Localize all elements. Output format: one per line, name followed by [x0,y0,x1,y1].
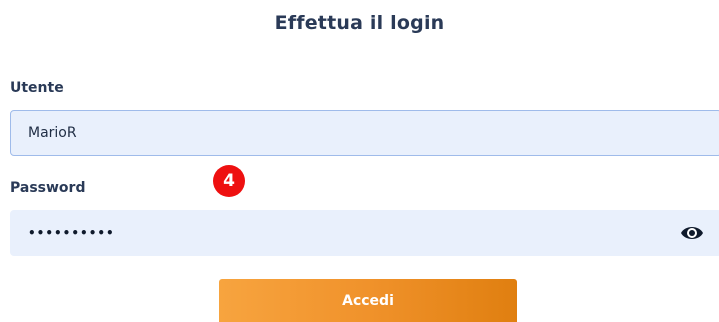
password-label: Password [10,180,86,196]
eye-icon[interactable] [680,223,704,243]
password-mask: •••••••••• [28,226,115,240]
password-input[interactable]: •••••••••• [10,210,719,256]
login-page: Effettua il login Utente MarioR Password… [0,0,719,322]
step-badge: 4 [213,165,245,197]
username-input[interactable]: MarioR [10,110,719,156]
username-label: Utente [10,80,64,96]
page-title: Effettua il login [274,12,445,34]
login-button[interactable]: Accedi [219,279,517,322]
username-value: MarioR [28,125,77,141]
